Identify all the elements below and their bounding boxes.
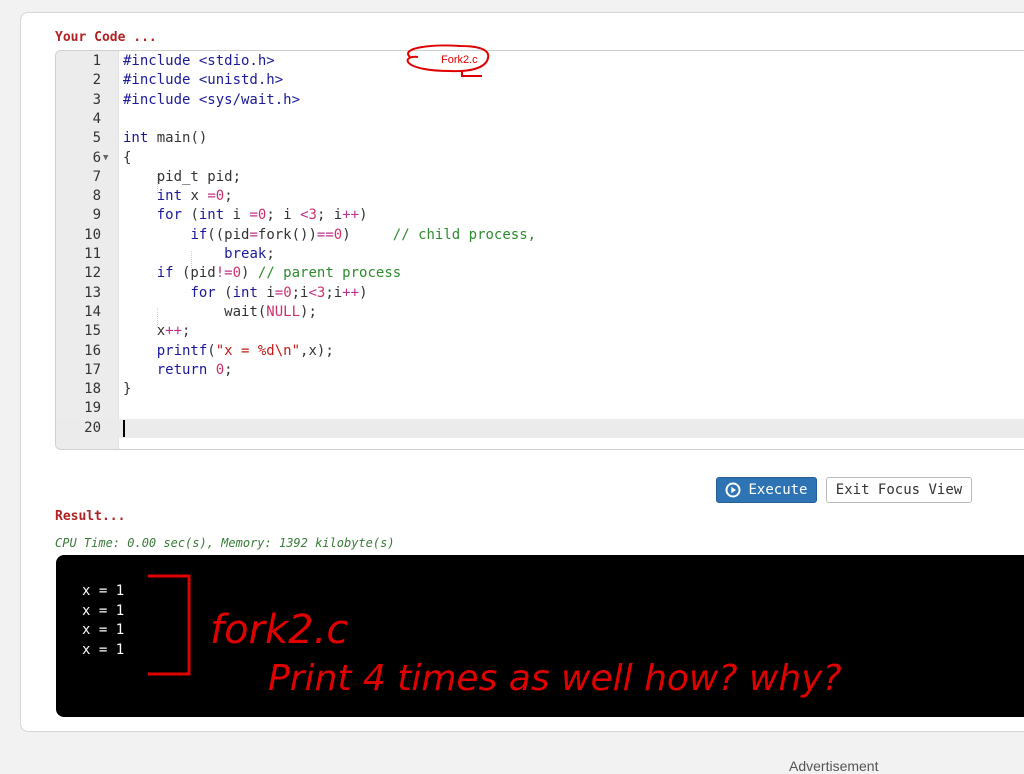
execute-label: Execute bbox=[748, 482, 808, 498]
line-number: 12 bbox=[84, 265, 101, 282]
line-number: 11 bbox=[84, 246, 101, 262]
code-text: return 0; bbox=[156, 361, 233, 378]
indent-guide bbox=[157, 308, 158, 327]
code-text: wait(NULL); bbox=[123, 303, 317, 320]
code-line[interactable]: 20 bbox=[56, 418, 1024, 438]
output-line: x = 1 bbox=[82, 602, 125, 619]
code-text: for (int i=0;i<3;i++) bbox=[190, 284, 368, 301]
line-number: 14 bbox=[84, 303, 101, 320]
line-number: 5 bbox=[92, 130, 101, 147]
code-text: { bbox=[123, 149, 132, 166]
code-line[interactable]: 17 return 0; bbox=[56, 361, 1024, 380]
code-text: } bbox=[123, 381, 132, 398]
code-text: break; bbox=[224, 246, 275, 262]
code-line[interactable]: 9 for (int i =0; i <3; i++) bbox=[56, 206, 1024, 225]
output-line: x = 1 bbox=[82, 583, 125, 599]
code-line[interactable]: 13 for (int i=0;i<3;i++) bbox=[56, 284, 1024, 303]
run-stats: CPU Time: 0.00 sec(s), Memory: 1392 kilo… bbox=[55, 536, 395, 550]
play-circle-icon bbox=[725, 482, 741, 498]
code-text: #include <unistd.h> bbox=[123, 72, 284, 89]
code-text: for (int i =0; i <3; i++) bbox=[156, 207, 368, 224]
code-line[interactable]: 1 #include <stdio.h> bbox=[56, 52, 1024, 71]
line-number: 18 bbox=[84, 381, 101, 398]
code-section-title: Your Code ... bbox=[55, 30, 157, 45]
code-line[interactable]: 16 printf("x = %d\n",x); bbox=[56, 342, 1024, 361]
line-number: 7 bbox=[92, 168, 101, 185]
code-line[interactable]: 11 break; bbox=[56, 245, 1024, 264]
code-text: pid_t pid; bbox=[123, 168, 242, 185]
code-text: #include <sys/wait.h> bbox=[123, 91, 301, 108]
code-line[interactable]: 5 int main() bbox=[56, 129, 1024, 148]
code-line[interactable]: 6 ▼ { bbox=[56, 149, 1024, 168]
indent-guide bbox=[191, 251, 192, 270]
line-number: 13 bbox=[84, 284, 101, 301]
result-section-title: Result... bbox=[55, 509, 126, 524]
code-line[interactable]: 7 pid_t pid; bbox=[56, 168, 1024, 187]
code-text: if (pid!=0) // parent process bbox=[156, 265, 402, 282]
output-line: x = 1 bbox=[82, 622, 125, 638]
line-number: 1 bbox=[92, 53, 101, 69]
line-number: 4 bbox=[92, 110, 101, 127]
line-number: 17 bbox=[84, 361, 101, 378]
line-number: 19 bbox=[84, 400, 101, 417]
indent-guide bbox=[157, 174, 158, 193]
line-number: 3 bbox=[92, 91, 101, 108]
text-cursor bbox=[123, 419, 125, 437]
code-line[interactable]: 14 wait(NULL); bbox=[56, 303, 1024, 322]
code-line[interactable]: 18} bbox=[56, 380, 1024, 399]
code-line[interactable]: 8 int x =0; bbox=[56, 187, 1024, 206]
exit-focus-view-label: Exit Focus View bbox=[835, 482, 963, 498]
code-line[interactable]: 19 bbox=[56, 399, 1024, 418]
code-text: if((pid=fork())==0) // child process, bbox=[190, 226, 537, 243]
line-number: 8 bbox=[92, 188, 101, 205]
code-line[interactable]: 2 #include <unistd.h> bbox=[56, 71, 1024, 90]
line-number: 10 bbox=[84, 226, 101, 243]
code-editor[interactable]: 1 #include <stdio.h> 2 #include <unistd.h> 3… bbox=[55, 50, 1024, 450]
output-line: x = 1 bbox=[82, 641, 125, 658]
line-number: 15 bbox=[84, 323, 101, 340]
advertisement-label: Advertisement bbox=[789, 758, 879, 774]
code-line[interactable]: 12 if (pid!=0) // parent process bbox=[56, 264, 1024, 283]
code-text: #include <stdio.h> bbox=[123, 53, 275, 69]
line-number: 20 bbox=[84, 419, 101, 436]
line-number: 2 bbox=[92, 72, 101, 89]
code-text: printf("x = %d\n",x); bbox=[156, 342, 334, 359]
line-number: 9 bbox=[92, 207, 101, 224]
execute-button[interactable]: Execute bbox=[716, 477, 817, 503]
line-number: 6 bbox=[92, 149, 101, 166]
code-line[interactable]: 10 if((pid=fork())==0) // child process, bbox=[56, 226, 1024, 245]
exit-focus-view-button[interactable]: Exit Focus View bbox=[826, 477, 972, 503]
output-console: x = 1 x = 1 x = 1 x = 1 bbox=[56, 555, 1024, 717]
line-number: 16 bbox=[84, 342, 101, 359]
code-line[interactable]: 15 x++; bbox=[56, 322, 1024, 341]
code-text: int main() bbox=[123, 130, 208, 147]
code-line[interactable]: 3 #include <sys/wait.h> bbox=[56, 91, 1024, 110]
fold-arrow-icon[interactable]: ▼ bbox=[103, 149, 108, 168]
code-text: int x =0; bbox=[156, 188, 233, 205]
code-line[interactable]: 4 bbox=[56, 110, 1024, 129]
